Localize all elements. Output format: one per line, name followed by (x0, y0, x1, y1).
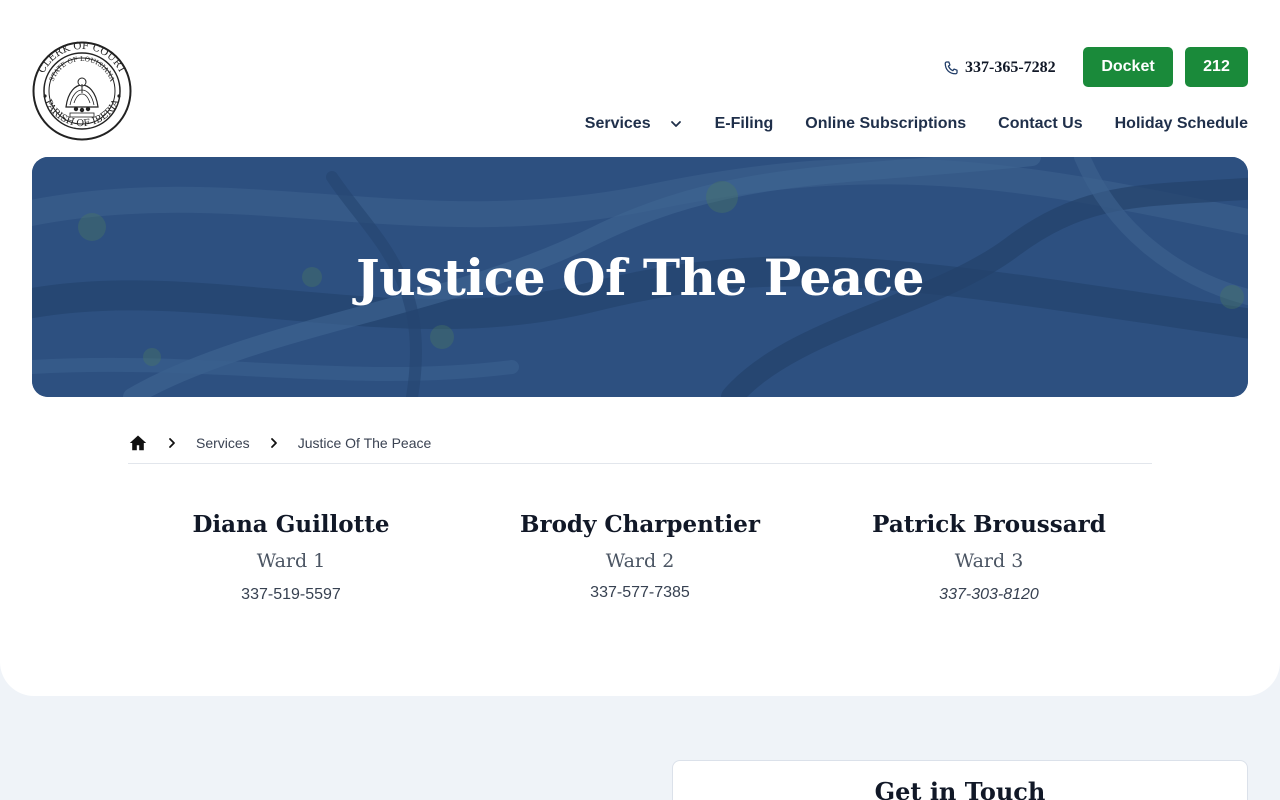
person-ward: Ward 3 (954, 550, 1024, 572)
get-in-touch-card: Get in Touch (672, 760, 1248, 800)
person-phone[interactable]: 337-303-8120 (819, 584, 1159, 606)
breadcrumb: Services Justice Of The Peace (128, 431, 1152, 464)
nav-item-label: E-Filing (714, 115, 774, 132)
header-phone-number: 337-365-7282 (965, 59, 1056, 76)
nav-item-label: Services (584, 115, 651, 132)
nav-item-online-subscriptions[interactable]: Online Subscriptions (805, 115, 966, 133)
person-name: Diana Guillotte (192, 511, 390, 538)
page-title: Justice Of The Peace (356, 247, 924, 307)
nav-item-label: Holiday Schedule (1114, 115, 1248, 132)
person-name: Patrick Broussard (872, 511, 1106, 538)
nav-item-contact-us[interactable]: Contact Us (998, 115, 1082, 133)
person-ward: Ward 1 (256, 550, 326, 572)
nav-item-holiday-schedule[interactable]: Holiday Schedule (1115, 115, 1248, 133)
main-nav: Services E-Filing Online Subscriptions C… (585, 112, 1248, 136)
person-name: Brody Charpentier (520, 511, 760, 538)
nav-item-label: Online Subscriptions (805, 115, 967, 132)
phone-icon (944, 60, 958, 74)
chevron-right-icon (169, 438, 175, 448)
home-icon[interactable] (128, 433, 148, 453)
docket-button[interactable]: Docket (1083, 47, 1173, 87)
breadcrumb-link-services[interactable]: Services (196, 431, 250, 455)
person-card: Brody Charpentier Ward 2 337-577-7385 (470, 508, 810, 604)
person-card: Diana Guillotte Ward 1 337-519-5597 (121, 508, 461, 606)
person-phone[interactable]: 337-519-5597 (121, 584, 461, 606)
hero-banner: Justice Of The Peace (32, 157, 1248, 397)
clerk-of-court-logo[interactable]: CLERK OF COURT PARISH OF IBERIA STATE OF… (32, 41, 132, 141)
person-phone[interactable]: 337-577-7385 (470, 582, 810, 604)
chevron-down-icon (670, 121, 681, 127)
nav-item-label: Contact Us (998, 115, 1083, 132)
get-in-touch-title: Get in Touch (874, 777, 1046, 800)
person-card: Patrick Broussard Ward 3 337-303-8120 (819, 508, 1159, 606)
nav-item-e-filing[interactable]: E-Filing (715, 115, 774, 133)
seal-icon: CLERK OF COURT PARISH OF IBERIA STATE OF… (32, 41, 132, 141)
page-card: CLERK OF COURT PARISH OF IBERIA STATE OF… (0, 0, 1280, 696)
breadcrumb-current: Justice Of The Peace (297, 435, 432, 451)
header-phone-link[interactable]: 337-365-7282 (942, 57, 1056, 79)
person-ward: Ward 2 (605, 550, 675, 572)
chevron-right-icon (270, 438, 277, 448)
nav-item-services[interactable]: Services (585, 115, 683, 133)
212-button[interactable]: 212 (1185, 47, 1248, 87)
